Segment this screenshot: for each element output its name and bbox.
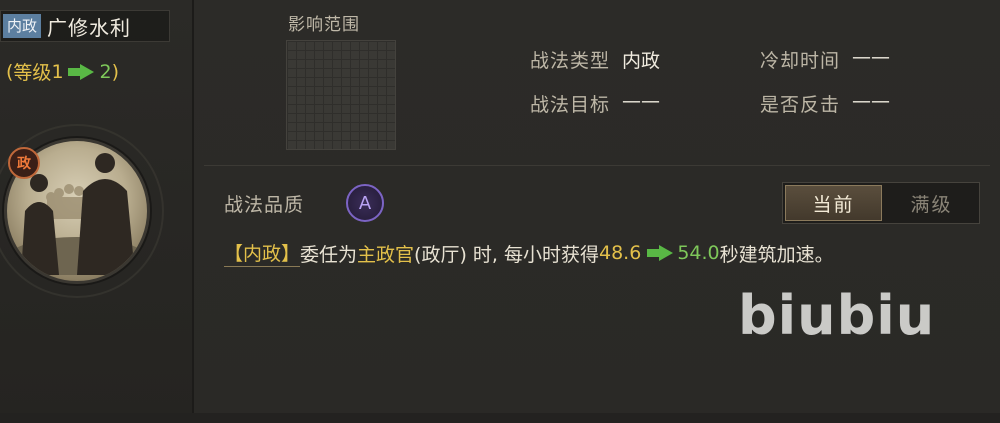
bottom-bar [0, 413, 1000, 423]
main-panel: 影响范围 战法类型 内政 冷却时间 —— 战法目标 —— 是否反击 —— 战法品… [194, 0, 1000, 423]
area-grid [286, 40, 396, 150]
description-value-from: 48.6 [599, 242, 642, 264]
level-prefix: 等级 [13, 62, 52, 84]
left-panel: 内政 广修水利 ( 等级 1 2 ) 政 [0, 0, 194, 423]
level-line: ( 等级 1 2 ) [6, 58, 119, 85]
tactic-type-tag: 内政 [3, 14, 42, 38]
level-toggle: 当前 满级 [782, 182, 980, 224]
level-open-paren: ( [6, 60, 14, 83]
cooldown-value: —— [852, 46, 891, 68]
tactic-name: 广修水利 [47, 15, 132, 40]
divider [204, 165, 990, 166]
area-label: 影响范围 [288, 15, 360, 35]
level-from: 1 [51, 60, 64, 83]
counter-label: 是否反击 [760, 94, 841, 116]
watermark: biubiu [738, 284, 936, 347]
target-value: —— [622, 90, 661, 112]
description-tag: 【内政】 [224, 239, 301, 267]
toggle-max-button[interactable]: 满级 [884, 183, 979, 223]
info-type: 战法类型 内政 [530, 46, 660, 73]
description-part3: 秒建筑加速。 [719, 243, 834, 266]
description-highlight: 主政官 [357, 243, 415, 266]
description-value-to: 54.0 [677, 242, 720, 264]
info-cooldown: 冷却时间 —— [760, 46, 890, 73]
arrow-right-icon [67, 63, 96, 80]
type-value: 内政 [622, 50, 661, 72]
toggle-current-button[interactable]: 当前 [785, 185, 882, 221]
cooldown-label: 冷却时间 [760, 50, 841, 72]
type-label: 战法类型 [530, 50, 611, 72]
description-part1: 委任为 [300, 243, 358, 266]
quality-grade-badge: A [346, 184, 384, 222]
info-counter: 是否反击 —— [760, 90, 890, 117]
faction-badge: 政 [8, 147, 40, 179]
arrow-right-icon [647, 245, 675, 261]
counter-value: —— [852, 90, 891, 112]
tactic-header: 内政 广修水利 [0, 10, 170, 42]
level-close-paren: ) [111, 60, 120, 83]
description-part2: (政厅) 时, 每小时获得 [414, 243, 599, 266]
level-to: 2 [99, 60, 112, 83]
target-label: 战法目标 [530, 94, 611, 116]
quality-label: 战法品质 [224, 194, 305, 216]
info-target: 战法目标 —— [530, 90, 660, 117]
info-block: 战法类型 内政 冷却时间 —— 战法目标 —— 是否反击 —— [530, 40, 940, 120]
tactic-description: 【内政】 委任为 主政官 (政厅) 时, 每小时获得 48.6 54.0 秒建筑… [224, 239, 834, 267]
